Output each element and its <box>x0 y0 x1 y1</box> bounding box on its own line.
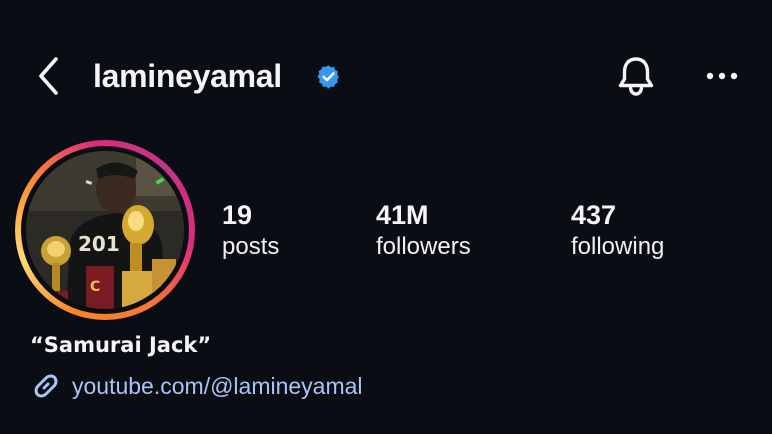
stat-followers[interactable]: 41M followers <box>376 198 471 262</box>
profile-photo: 201 C <box>26 151 184 309</box>
link-icon-wrapper <box>30 370 64 402</box>
bell-icon <box>618 57 654 96</box>
verified-badge-icon <box>317 65 339 89</box>
story-ring[interactable]: 201 C <box>15 140 195 320</box>
stat-posts[interactable]: 19 posts <box>222 198 279 262</box>
svg-text:201: 201 <box>78 232 120 256</box>
followers-count: 41M <box>376 200 429 230</box>
back-button[interactable] <box>30 56 66 96</box>
following-count: 437 <box>571 200 617 230</box>
followers-label: followers <box>376 233 471 260</box>
link-icon <box>34 374 58 398</box>
following-label: following <box>571 233 665 260</box>
chevron-left-icon <box>39 57 58 95</box>
avatar: 201 C <box>26 151 184 309</box>
notifications-button[interactable] <box>614 54 658 98</box>
stat-following[interactable]: 437 following <box>571 198 664 262</box>
more-horizontal-icon <box>706 72 738 80</box>
posts-label: posts <box>222 233 280 260</box>
bio-link-text[interactable]: youtube.com/@lamineyamal <box>72 370 363 402</box>
profile-header: lamineyamal <box>0 0 772 154</box>
svg-text:C: C <box>90 279 100 295</box>
more-options-button[interactable] <box>700 56 744 96</box>
bio-link[interactable]: youtube.com/@lamineyamal <box>30 370 363 402</box>
profile-username: lamineyamal <box>93 58 282 94</box>
posts-count: 19 <box>222 200 253 230</box>
bio-display-name: “Samurai Jack” <box>30 333 212 357</box>
